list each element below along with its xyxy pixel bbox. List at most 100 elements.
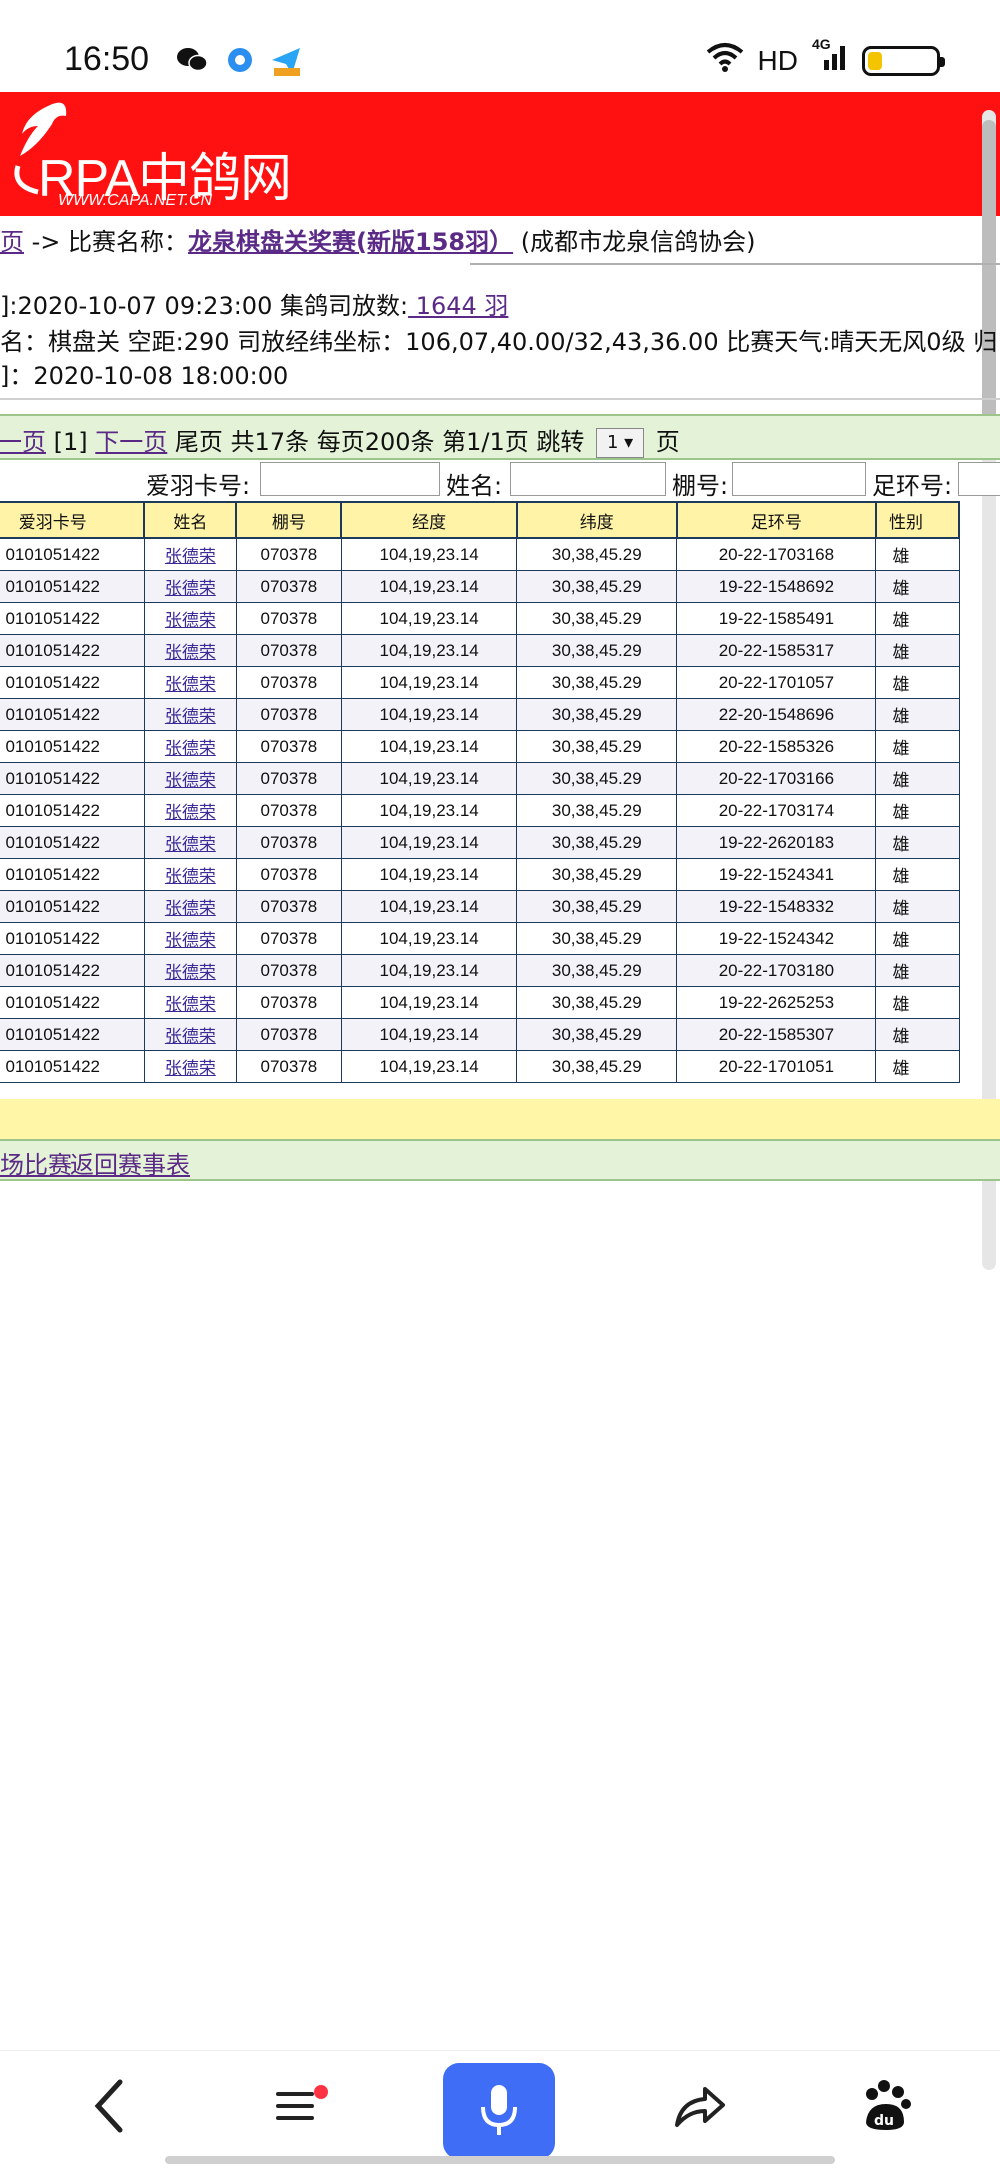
table-row: 0101051422 张德荣 070378 104,19,23.14 30,38,45.… bbox=[0, 570, 960, 603]
cell-name[interactable]: 张德荣 bbox=[143, 858, 237, 891]
col-header-latitude[interactable]: 纬度 bbox=[515, 501, 678, 539]
cell-name[interactable]: 张德荣 bbox=[143, 826, 237, 859]
table-row: 0101051422 张德荣 070378 104,19,23.14 30,38,45.… bbox=[0, 698, 960, 731]
release-count-link[interactable]: 1644 羽 bbox=[408, 292, 509, 320]
cell-loft-number: 070378 bbox=[235, 602, 342, 635]
app-circle-icon bbox=[226, 46, 254, 74]
bottom-nav: du bbox=[0, 2050, 1000, 2168]
cell-ring-number: 19-22-1524341 bbox=[676, 858, 877, 891]
cell-latitude: 30,38,45.29 bbox=[516, 858, 678, 891]
association-name: (成都市龙泉信鸽协会) bbox=[513, 228, 756, 256]
cell-longitude: 104,19,23.14 bbox=[340, 986, 518, 1019]
cell-name[interactable]: 张德荣 bbox=[143, 666, 237, 699]
network-type: HD bbox=[757, 44, 798, 76]
col-header-name[interactable]: 姓名 bbox=[143, 501, 238, 539]
card-number-input[interactable] bbox=[260, 462, 440, 496]
col-header-card[interactable]: 爱羽卡号 bbox=[0, 501, 146, 539]
status-bar: 16:50 HD 4G bbox=[0, 0, 1000, 92]
cell-name[interactable]: 张德荣 bbox=[143, 537, 237, 571]
logo-url: WWW.CAPA.NET.CN bbox=[58, 192, 213, 209]
cell-name[interactable]: 张德荣 bbox=[143, 1050, 237, 1083]
cell-loft-number: 070378 bbox=[235, 1018, 342, 1051]
name-label: 姓名: bbox=[446, 472, 503, 500]
cell-name[interactable]: 张德荣 bbox=[143, 570, 237, 603]
cell-card-number: 0101051422 bbox=[0, 634, 145, 667]
cell-name[interactable]: 张德荣 bbox=[143, 890, 237, 923]
ring-input[interactable] bbox=[958, 462, 1000, 496]
name-input[interactable] bbox=[510, 462, 666, 496]
cell-name[interactable]: 张德荣 bbox=[143, 954, 237, 987]
col-header-longitude[interactable]: 经度 bbox=[340, 501, 518, 539]
col-header-loft[interactable]: 棚号 bbox=[235, 501, 343, 539]
cell-loft-number: 070378 bbox=[235, 666, 342, 699]
cell-name[interactable]: 张德荣 bbox=[143, 1018, 237, 1051]
voice-search-button[interactable] bbox=[443, 2063, 555, 2159]
home-link[interactable]: 页 bbox=[0, 228, 24, 256]
menu-icon[interactable] bbox=[258, 2071, 338, 2141]
cell-name[interactable]: 张德荣 bbox=[143, 986, 237, 1019]
last-page-link[interactable]: 尾页 bbox=[175, 428, 223, 456]
cell-card-number: 0101051422 bbox=[0, 537, 145, 571]
deadline-line: ]：2020-10-08 18:00:00 bbox=[0, 362, 289, 390]
cell-card-number: 0101051422 bbox=[0, 858, 145, 891]
cell-gender: 雄 bbox=[875, 698, 960, 731]
cell-longitude: 104,19,23.14 bbox=[340, 954, 518, 987]
cell-loft-number: 070378 bbox=[235, 762, 342, 795]
battery-icon bbox=[862, 45, 945, 76]
card-number-label: 爱羽卡号: bbox=[146, 472, 251, 500]
share-icon[interactable] bbox=[660, 2071, 740, 2141]
cell-card-number: 0101051422 bbox=[0, 698, 145, 731]
cell-loft-number: 070378 bbox=[235, 537, 342, 571]
cell-longitude: 104,19,23.14 bbox=[340, 666, 518, 699]
race-name-label: -> 比赛名称： bbox=[24, 228, 189, 256]
cell-longitude: 104,19,23.14 bbox=[340, 890, 518, 923]
cell-ring-number: 20-22-1703166 bbox=[676, 762, 877, 795]
prev-page-link[interactable]: 一页 bbox=[0, 428, 46, 456]
cell-latitude: 30,38,45.29 bbox=[516, 570, 678, 603]
loft-label: 棚号: bbox=[672, 472, 729, 500]
cell-ring-number: 20-22-1703180 bbox=[676, 954, 877, 987]
cell-longitude: 104,19,23.14 bbox=[340, 570, 518, 603]
cell-loft-number: 070378 bbox=[235, 986, 342, 1019]
cell-name[interactable]: 张德荣 bbox=[143, 922, 237, 955]
page-jump-select[interactable]: 1 ▾ bbox=[596, 428, 645, 458]
cell-name[interactable]: 张德荣 bbox=[143, 794, 237, 827]
race-name-link[interactable]: 龙泉棋盘关奖赛(新版158羽） bbox=[188, 228, 513, 256]
back-to-schedule-link[interactable]: 返回赛事表 bbox=[70, 1145, 190, 1180]
cell-card-number: 0101051422 bbox=[0, 730, 145, 763]
cell-gender: 雄 bbox=[875, 890, 960, 923]
cell-card-number: 0101051422 bbox=[0, 826, 145, 859]
cell-ring-number: 19-22-1548692 bbox=[676, 570, 877, 603]
next-page-link[interactable]: 下一页 bbox=[95, 428, 167, 456]
table-header-row: 爱羽卡号 姓名 棚号 经度 纬度 足环号 性别 bbox=[0, 501, 961, 539]
cell-gender: 雄 bbox=[875, 954, 960, 987]
cell-ring-number: 20-22-1703174 bbox=[676, 794, 877, 827]
cell-ring-number: 19-22-1548332 bbox=[676, 890, 877, 923]
cell-ring-number: 20-22-1585307 bbox=[676, 1018, 877, 1051]
table-row: 0101051422 张德荣 070378 104,19,23.14 30,38,45.… bbox=[0, 922, 960, 955]
page-suffix: 页 bbox=[655, 428, 680, 456]
cell-name[interactable]: 张德荣 bbox=[143, 698, 237, 731]
cell-ring-number: 20-22-1703168 bbox=[676, 537, 877, 571]
cell-name[interactable]: 张德荣 bbox=[143, 762, 237, 795]
scrollbar-thumb[interactable] bbox=[982, 120, 996, 420]
cell-ring-number: 19-22-1524342 bbox=[676, 922, 877, 955]
chevron-down-icon: ▾ bbox=[624, 432, 634, 453]
col-header-ring[interactable]: 足环号 bbox=[675, 501, 877, 539]
loft-input[interactable] bbox=[732, 462, 866, 496]
other-race-link[interactable]: 场比赛 bbox=[0, 1145, 72, 1180]
cell-name[interactable]: 张德荣 bbox=[143, 634, 237, 667]
table-row: 0101051422 张德荣 070378 104,19,23.14 30,38,45.… bbox=[0, 954, 960, 987]
cell-ring-number: 22-20-1548696 bbox=[676, 698, 877, 731]
col-header-gender[interactable]: 性别 bbox=[874, 501, 961, 539]
cell-latitude: 30,38,45.29 bbox=[516, 537, 678, 571]
cell-name[interactable]: 张德荣 bbox=[143, 730, 237, 763]
pager-bar: 一页 [1] 下一页 尾页 共17条 每页200条 第1/1页 跳转 1 ▾ 页 bbox=[0, 414, 1000, 460]
cell-ring-number: 20-22-1701051 bbox=[676, 1050, 877, 1083]
chevron-left-icon[interactable] bbox=[70, 2071, 150, 2141]
cell-latitude: 30,38,45.29 bbox=[516, 890, 678, 923]
cell-name[interactable]: 张德荣 bbox=[143, 602, 237, 635]
baidu-paw-icon[interactable]: du bbox=[846, 2071, 926, 2141]
home-indicator[interactable] bbox=[165, 2156, 835, 2164]
cell-card-number: 0101051422 bbox=[0, 570, 145, 603]
